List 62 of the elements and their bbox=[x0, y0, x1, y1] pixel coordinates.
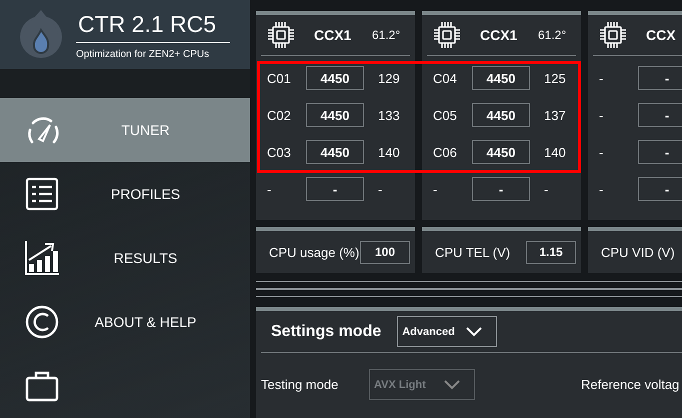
core-label: C04 bbox=[433, 70, 458, 86]
field-label: Testing mode bbox=[261, 377, 340, 392]
core-value: 140 bbox=[544, 144, 566, 160]
metric-label: CPU usage (%) bbox=[269, 244, 360, 260]
sidebar-item[interactable]: PROFILES bbox=[0, 162, 250, 226]
core-label: - bbox=[267, 182, 272, 196]
copyright-icon bbox=[25, 305, 59, 339]
metric-field: 1.15 bbox=[526, 240, 576, 264]
core-value: - bbox=[378, 182, 382, 196]
metric-label: CPU TEL (V) bbox=[435, 244, 512, 260]
ccx-name: CCX1 bbox=[480, 27, 518, 43]
frequency-field[interactable]: 4450 bbox=[472, 103, 530, 127]
core-label: - bbox=[433, 182, 438, 196]
frequency-field[interactable]: 4450 bbox=[306, 140, 364, 164]
sidebar-item[interactable]: TUNER bbox=[0, 98, 250, 162]
chevron-down-icon bbox=[466, 326, 482, 337]
app-subtitle: Optimization for ZEN2+ CPUs bbox=[76, 48, 210, 60]
app-title: CTR 2.1 RC5 bbox=[76, 10, 230, 43]
frequency-field[interactable]: 4450 bbox=[472, 66, 530, 90]
core-label: - bbox=[599, 182, 604, 196]
core-label: C06 bbox=[433, 144, 458, 160]
dropdown[interactable]: Advanced bbox=[397, 316, 498, 347]
core-label: C05 bbox=[433, 108, 458, 122]
frequency-field[interactable]: - bbox=[638, 140, 682, 164]
core-label: - bbox=[599, 70, 604, 86]
core-value: 133 bbox=[378, 108, 400, 122]
core-value: - bbox=[544, 182, 548, 196]
field-label: Reference voltag bbox=[581, 377, 680, 392]
core-value: 125 bbox=[544, 70, 566, 86]
sidebar-item[interactable]: ABOUT & HELP bbox=[0, 290, 250, 354]
frequency-field[interactable]: - bbox=[638, 103, 682, 127]
list-icon bbox=[25, 177, 59, 211]
temperature-reading: 61.2° bbox=[538, 28, 568, 42]
metric-field: 100 bbox=[360, 240, 410, 264]
core-value: 137 bbox=[544, 108, 566, 122]
core-label: - bbox=[599, 108, 604, 122]
frequency-field[interactable]: - bbox=[472, 177, 530, 201]
frequency-field[interactable]: 4450 bbox=[472, 140, 530, 164]
frequency-field[interactable]: 4450 bbox=[306, 66, 364, 90]
frequency-field[interactable]: - bbox=[638, 177, 682, 201]
core-label: - bbox=[599, 144, 604, 160]
bar-chart-icon bbox=[25, 241, 59, 275]
chip-icon bbox=[267, 21, 295, 49]
chip-icon bbox=[433, 21, 461, 49]
briefcase-icon bbox=[25, 370, 59, 402]
core-label: C03 bbox=[267, 144, 292, 160]
ccx-name: CCX1 bbox=[314, 27, 352, 43]
flame-logo-icon bbox=[18, 10, 64, 60]
core-label: C02 bbox=[267, 108, 292, 122]
core-value: 129 bbox=[378, 70, 400, 86]
ccx-name: CCX bbox=[646, 27, 677, 43]
sidebar-item[interactable]: RESULTS bbox=[0, 226, 250, 290]
frequency-field[interactable]: - bbox=[306, 177, 364, 201]
metric-label: CPU VID (V) bbox=[601, 244, 676, 260]
chip-icon bbox=[599, 21, 627, 49]
temperature-reading: 61.2° bbox=[372, 28, 402, 42]
core-value: 140 bbox=[378, 144, 400, 160]
frequency-field[interactable]: - bbox=[638, 66, 682, 90]
section-title: Settings mode bbox=[271, 322, 382, 340]
chevron-down-icon bbox=[444, 379, 460, 390]
core-label: C01 bbox=[267, 70, 292, 86]
frequency-field[interactable]: 4450 bbox=[306, 103, 364, 127]
